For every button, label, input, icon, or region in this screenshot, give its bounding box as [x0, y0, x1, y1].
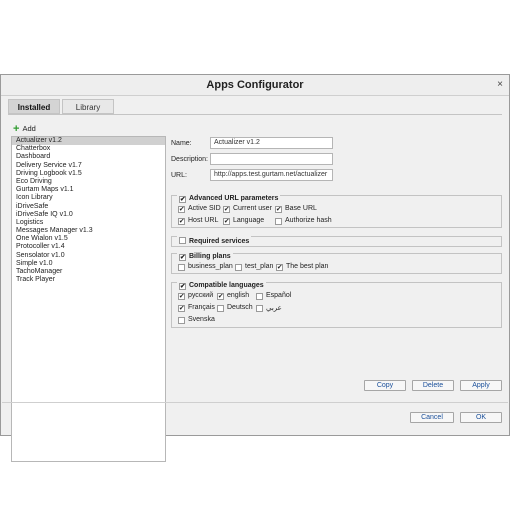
- english-label: english: [227, 292, 250, 299]
- test-plan-label: test_plan: [245, 263, 274, 270]
- copy-button[interactable]: Copy: [364, 380, 406, 391]
- plus-icon: +: [13, 123, 20, 135]
- description-label: Description:: [171, 156, 208, 163]
- tab-library[interactable]: Library: [62, 99, 114, 114]
- app-list-item[interactable]: Delivery Service v1.7: [12, 162, 165, 170]
- billing-toggle-checkbox[interactable]: ✔: [179, 254, 186, 261]
- app-list-item[interactable]: Simple v1.0: [12, 260, 165, 268]
- the-best-plan-label: The best plan: [286, 263, 329, 270]
- english-checkbox[interactable]: ✔: [217, 293, 224, 300]
- required-services-group: Required services: [171, 236, 502, 247]
- apply-button[interactable]: Apply: [460, 380, 502, 391]
- host-url-checkbox[interactable]: ✔: [178, 218, 185, 225]
- advanced-title: Advanced URL parameters: [189, 195, 279, 202]
- billing-header: ✔ Billing plans: [177, 253, 233, 261]
- language-checkbox[interactable]: ✔: [223, 218, 230, 225]
- title-bar: Apps Configurator ×: [1, 75, 509, 96]
- billing-title: Billing plans: [189, 253, 231, 260]
- billing-plans-group: ✔ Billing plans business_plan test_plan ✔…: [171, 253, 502, 274]
- close-icon[interactable]: ×: [497, 79, 503, 90]
- russian-label: русский: [188, 292, 214, 299]
- authorize-hash-checkbox[interactable]: [275, 218, 282, 225]
- languages-header: ✔ Compatible languages: [177, 282, 266, 290]
- swedish-checkbox[interactable]: [178, 317, 185, 324]
- app-list-item[interactable]: TachoManager: [12, 268, 165, 276]
- the-best-plan-checkbox[interactable]: ✔: [276, 264, 283, 271]
- base-url-checkbox[interactable]: ✔: [275, 206, 282, 213]
- advanced-header: ✔ Advanced URL parameters: [177, 195, 281, 203]
- app-list-item[interactable]: Actualizer v1.2: [12, 137, 165, 146]
- name-field[interactable]: Actualizer v1.2: [210, 137, 333, 149]
- app-list-item[interactable]: iDriveSafe: [12, 203, 165, 211]
- test-plan-checkbox[interactable]: [235, 264, 242, 271]
- spanish-label: Español: [266, 292, 292, 299]
- business-plan-label: business_plan: [188, 263, 233, 270]
- languages-toggle-checkbox[interactable]: ✔: [179, 283, 186, 290]
- spanish-checkbox[interactable]: [256, 293, 263, 300]
- advanced-url-parameters-group: ✔ Advanced URL parameters ✔ Active SID ✔ …: [171, 195, 502, 228]
- app-list[interactable]: Actualizer v1.2 Chatterbox Dashboard Delive…: [11, 136, 166, 462]
- app-list-item[interactable]: Dashboard: [12, 153, 165, 161]
- ok-button[interactable]: OK: [460, 412, 502, 423]
- tab-installed[interactable]: Installed: [8, 99, 60, 114]
- add-label: Add: [22, 124, 36, 133]
- active-sid-checkbox[interactable]: ✔: [178, 206, 185, 213]
- app-list-item[interactable]: One Wialon v1.5: [12, 235, 165, 243]
- tab-divider: [8, 114, 502, 115]
- app-list-item[interactable]: Gurtam Maps v1.1: [12, 186, 165, 194]
- description-field[interactable]: [210, 153, 333, 165]
- name-label: Name:: [171, 140, 192, 147]
- app-list-item[interactable]: iDriveSafe IQ v1.0: [12, 211, 165, 219]
- app-list-item[interactable]: Chatterbox: [12, 145, 165, 153]
- arabic-checkbox[interactable]: [256, 305, 263, 312]
- required-services-header: Required services: [177, 236, 252, 245]
- required-services-title: Required services: [189, 238, 250, 245]
- current-user-checkbox[interactable]: ✔: [223, 206, 230, 213]
- app-list-item[interactable]: Eco Driving: [12, 178, 165, 186]
- app-list-item[interactable]: Driving Logbook v1.5: [12, 170, 165, 178]
- authorize-hash-label: Authorize hash: [285, 217, 332, 224]
- add-button[interactable]: + Add: [13, 122, 36, 135]
- url-field[interactable]: http://apps.test.gurtam.net/actualizer: [210, 169, 333, 181]
- german-label: Deutsch: [227, 304, 253, 311]
- advanced-toggle-checkbox[interactable]: ✔: [179, 196, 186, 203]
- url-label: URL:: [171, 172, 187, 179]
- arabic-label: عربي: [266, 305, 282, 312]
- languages-title: Compatible languages: [189, 282, 264, 289]
- app-list-item[interactable]: Track Player: [12, 276, 165, 284]
- french-label: Français: [188, 304, 215, 311]
- app-list-item[interactable]: Messages Manager v1.3: [12, 227, 165, 235]
- footer-divider: [2, 402, 508, 403]
- dialog-title: Apps Configurator: [206, 79, 304, 91]
- required-services-checkbox[interactable]: [179, 237, 186, 244]
- app-list-item[interactable]: Sensolator v1.0: [12, 252, 165, 260]
- delete-button[interactable]: Delete: [412, 380, 454, 391]
- active-sid-label: Active SID: [188, 205, 221, 212]
- russian-checkbox[interactable]: ✔: [178, 293, 185, 300]
- app-list-item[interactable]: Icon Library: [12, 194, 165, 202]
- host-url-label: Host URL: [188, 217, 219, 224]
- language-label: Language: [233, 217, 265, 224]
- base-url-label: Base URL: [285, 205, 317, 212]
- business-plan-checkbox[interactable]: [178, 264, 185, 271]
- app-list-item[interactable]: Logistics: [12, 219, 165, 227]
- swedish-label: Svenska: [188, 316, 215, 323]
- app-list-item[interactable]: Protocoller v1.4: [12, 243, 165, 251]
- current-user-label: Current user: [233, 205, 272, 212]
- german-checkbox[interactable]: [217, 305, 224, 312]
- french-checkbox[interactable]: ✔: [178, 305, 185, 312]
- apps-configurator-dialog: Apps Configurator × Installed Library + A…: [0, 74, 510, 462]
- compatible-languages-group: ✔ Compatible languages ✔ русский ✔ englis…: [171, 282, 502, 328]
- cancel-button[interactable]: Cancel: [410, 412, 454, 423]
